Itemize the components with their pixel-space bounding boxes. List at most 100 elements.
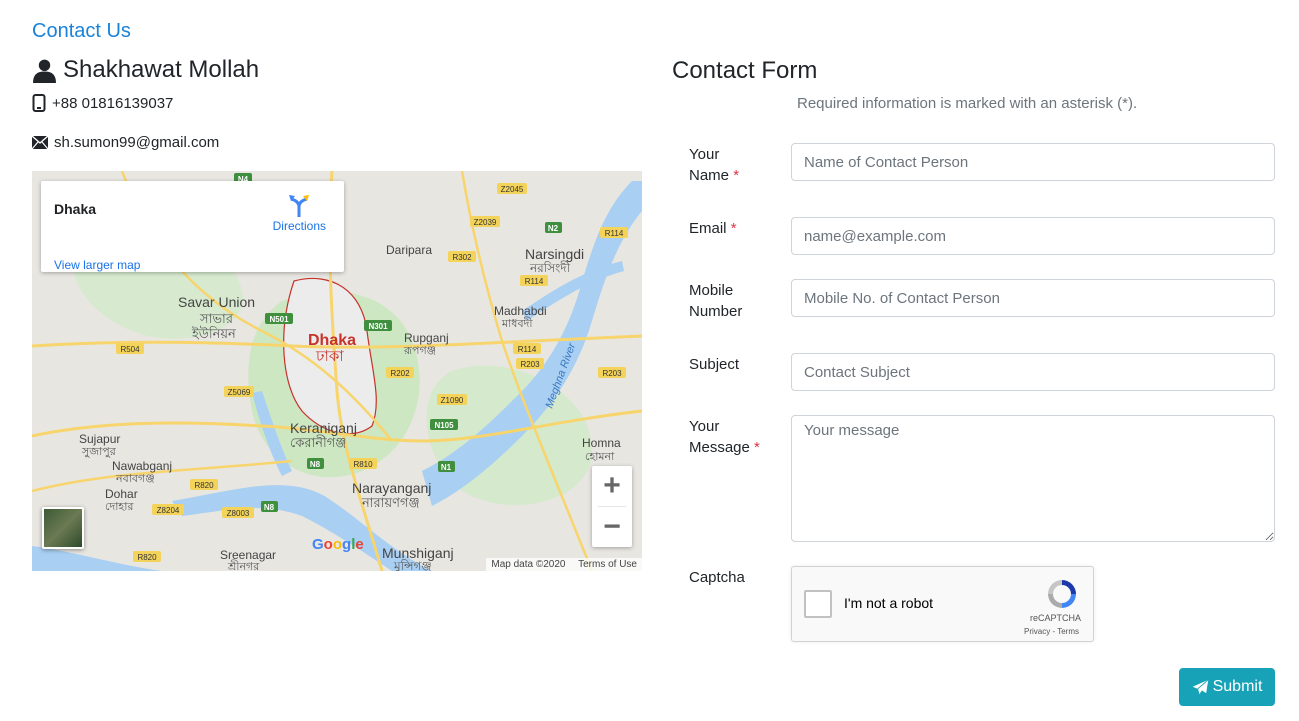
svg-text:N501: N501 (269, 315, 289, 324)
road-shield: N501 (265, 313, 293, 324)
breadcrumb-contact-us[interactable]: Contact Us (32, 20, 131, 43)
road-shield: Z2039 (470, 216, 500, 227)
svg-text:N105: N105 (434, 421, 454, 430)
directions-button[interactable]: Directions (273, 193, 326, 233)
directions-icon (289, 195, 310, 217)
map-label: Rupganj (404, 331, 449, 345)
svg-text:R202: R202 (390, 369, 410, 378)
submit-button[interactable]: Submit (1179, 668, 1275, 706)
terms-of-use-link[interactable]: Terms of Use (578, 559, 637, 570)
road-shield: Z8003 (222, 507, 254, 518)
embedded-map[interactable]: Savar Union সাভার ইউনিয়ন Dhaka ঢাকা Ker… (32, 171, 642, 571)
map-label: ঢাকা (315, 347, 344, 365)
name-input[interactable] (791, 143, 1275, 181)
contact-person: Shakhawat Mollah (32, 56, 259, 84)
name-label: Your Name * (689, 146, 740, 184)
captcha-label: Captcha (689, 569, 745, 586)
map-label: Keraniganj (290, 420, 357, 436)
road-shield: R302 (448, 251, 476, 262)
contact-email: sh.sumon99@gmail.com (32, 134, 219, 151)
road-shield: Z2045 (497, 183, 527, 194)
submit-label: Submit (1212, 678, 1263, 695)
road-shield: R810 (349, 458, 377, 469)
road-shield: Z5069 (224, 386, 254, 397)
recaptcha-brand: reCAPTCHA (1029, 613, 1081, 623)
recaptcha-label: I'm not a robot (844, 595, 934, 611)
contact-phone-number: +88 01816139037 (52, 94, 174, 112)
svg-text:N2: N2 (548, 224, 559, 233)
map-label: Savar Union (178, 294, 255, 310)
svg-text:N1: N1 (441, 463, 452, 472)
road-shield: R820 (190, 479, 218, 490)
map-label: Sujapur (79, 432, 120, 446)
road-shield: N2 (545, 222, 562, 233)
contact-email-address: sh.sumon99@gmail.com (54, 134, 220, 151)
map-label: নবাবগঞ্জ (115, 472, 155, 485)
satellite-toggle[interactable] (42, 507, 84, 549)
recaptcha-widget: I'm not a robot reCAPTCHA Privacy - Term… (791, 566, 1094, 642)
map-label: Daripara (386, 243, 432, 257)
directions-label: Directions (272, 219, 326, 233)
paper-plane-icon (1192, 678, 1209, 695)
recaptcha-checkbox[interactable] (804, 590, 832, 618)
map-label: হোমনা (585, 450, 615, 463)
map-label: সুজাপুর (81, 445, 117, 458)
svg-text:Z8204: Z8204 (157, 506, 180, 515)
svg-text:R114: R114 (605, 229, 624, 238)
svg-text:R203: R203 (520, 360, 540, 369)
mobile-input[interactable] (791, 279, 1275, 317)
map-label: Homna (582, 436, 621, 450)
contact-person-name: Shakhawat Mollah (63, 56, 260, 83)
road-shield: N301 (364, 320, 392, 331)
contact-phone: +88 01816139037 (32, 94, 173, 112)
road-shield: Z1090 (437, 394, 467, 405)
map-label: রূপগঞ্জ (403, 344, 436, 357)
road-shield: R203 (516, 358, 544, 369)
road-shield: N105 (430, 419, 458, 430)
map-label: Dohar (105, 487, 138, 501)
road-shield: N1 (438, 461, 455, 472)
envelope-icon (32, 136, 48, 149)
road-shield: N8 (307, 458, 324, 469)
view-larger-map-link[interactable]: View larger map (54, 258, 140, 272)
map-label: Madhabdi (494, 304, 547, 318)
map-place-name: Dhaka (54, 201, 97, 217)
map-label: মাধবদী (501, 317, 533, 330)
mobile-label: Mobile Number (689, 282, 743, 320)
map-info-card: Dhaka Directions View larger map (41, 181, 344, 272)
map-label: সাভার (199, 312, 234, 327)
svg-text:Z2045: Z2045 (501, 185, 524, 194)
google-logo: Google (312, 536, 364, 553)
map-label: Narayanganj (352, 480, 431, 496)
road-shield: R114 (600, 227, 628, 238)
map-attribution: Map data ©2020 Terms of Use (486, 558, 642, 571)
form-title: Contact Form (672, 57, 818, 84)
map-label: মুন্সিগঞ্জ (393, 559, 432, 571)
svg-text:N8: N8 (264, 503, 275, 512)
road-shield: R202 (386, 367, 414, 378)
map-label: কেরানীগঞ্জ (290, 435, 346, 451)
map-zoom-control: + − (592, 466, 632, 547)
road-shield: R114 (513, 343, 541, 354)
required-asterisk: * (733, 167, 740, 184)
map-label: শ্রীনগর (227, 560, 260, 571)
zoom-in-button[interactable]: + (592, 466, 632, 506)
svg-text:Z8003: Z8003 (227, 509, 250, 518)
message-label: Your Message * (689, 418, 760, 456)
required-note: Required information is marked with an a… (797, 95, 1138, 112)
map-label: নারায়ণগঞ্জ (361, 496, 420, 511)
svg-text:Z2039: Z2039 (474, 218, 497, 227)
recaptcha-terms[interactable]: Privacy - Terms (1024, 627, 1079, 636)
road-shield: R114 (520, 275, 548, 286)
svg-text:R203: R203 (602, 369, 622, 378)
road-shield: Z8204 (152, 504, 184, 515)
message-textarea[interactable] (791, 415, 1275, 542)
required-asterisk: * (730, 220, 737, 237)
svg-text:Z1090: Z1090 (441, 396, 464, 405)
mobile-icon (32, 94, 46, 112)
map-label: Nawabganj (112, 459, 172, 473)
email-input[interactable] (791, 217, 1275, 255)
subject-input[interactable] (791, 353, 1275, 391)
svg-text:R114: R114 (518, 345, 537, 354)
zoom-out-button[interactable]: − (592, 507, 632, 547)
